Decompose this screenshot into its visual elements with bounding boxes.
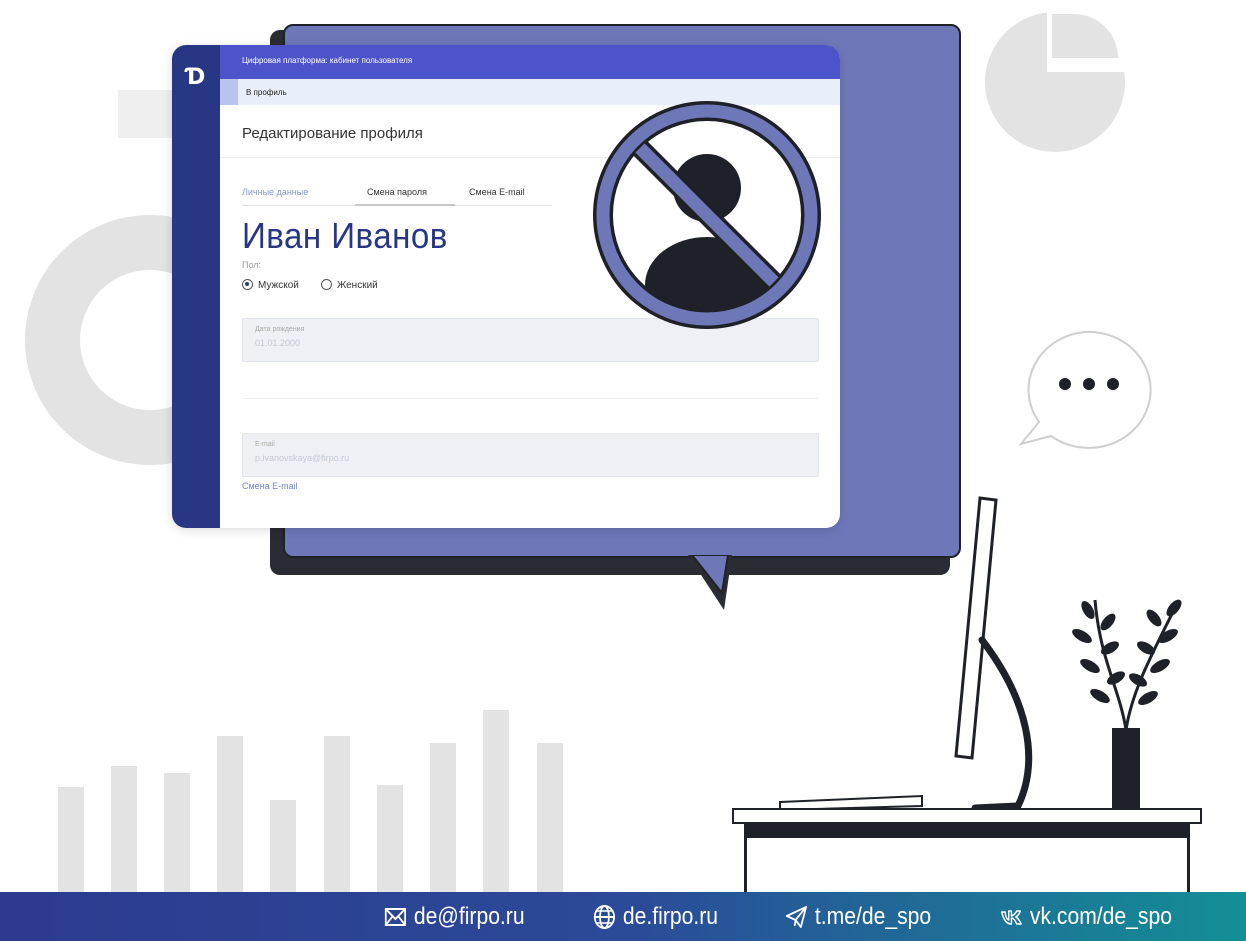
background-strip [118, 90, 178, 138]
chat-bubble-icon [1018, 330, 1152, 449]
desk-edge [744, 824, 1190, 838]
window-title: Цифровая платформа: кабинет пользователя [242, 56, 413, 65]
bar-decoration [270, 800, 296, 892]
no-avatar-icon [593, 101, 821, 329]
bar-decoration [164, 773, 190, 892]
radio-male[interactable] [242, 279, 253, 290]
gender-label: Пол: [242, 260, 262, 270]
radio-female[interactable] [321, 279, 332, 290]
footer-bar: de@firpo.ru de.firpo.ru t.me/de_spo vk.c… [0, 892, 1246, 941]
footer-site-text: de.firpo.ru [622, 903, 719, 930]
footer-email-text: de@firpo.ru [413, 903, 525, 930]
top-bar: Цифровая платформа: кабинет пользователя [220, 45, 840, 79]
footer-vk-text: vk.com/de_spo [1029, 903, 1172, 930]
radio-selected-dot [245, 282, 249, 286]
desk-leg [744, 838, 747, 896]
divider [242, 398, 819, 399]
bar-decoration [483, 710, 509, 892]
radio-female-label[interactable]: Женский [337, 280, 378, 291]
breadcrumb[interactable]: В профиль [246, 88, 287, 97]
tab-underline [355, 204, 455, 206]
footer-telegram-text: t.me/de_spo [814, 903, 932, 930]
footer-vk[interactable]: vk.com/de_spo [1000, 902, 1172, 932]
radio-male-label[interactable]: Мужской [258, 280, 299, 291]
mail-icon [384, 908, 406, 926]
vk-icon [1001, 910, 1022, 925]
bar-decoration [377, 785, 403, 892]
bar-decoration [58, 787, 84, 892]
tab-change-email[interactable]: Смена E-mail [469, 187, 525, 197]
email-label: E-mail [255, 441, 275, 448]
email-value: p.ivanovskaya@firpo.ru [255, 453, 350, 463]
birth-date-label: Дата рождения [255, 326, 305, 333]
sidebar: Ɗ [172, 45, 220, 528]
change-email-link[interactable]: Смена E-mail [242, 481, 298, 491]
user-name: Иван Иванов [242, 215, 448, 256]
telegram-icon [785, 906, 807, 928]
bar-decoration [217, 736, 243, 892]
footer-email[interactable]: de@firpo.ru [384, 902, 525, 932]
bar-decoration [430, 743, 456, 892]
back-button[interactable] [220, 79, 238, 105]
tab-change-password[interactable]: Смена пароля [367, 187, 427, 197]
tab-personal-data[interactable]: Личные данные [242, 187, 308, 197]
bar-decoration [537, 743, 563, 892]
bar-decoration [111, 766, 137, 892]
birth-date-value: 01.01.2000 [255, 338, 301, 348]
speech-bubble-tail [688, 555, 732, 610]
desk-leg [1187, 838, 1190, 896]
email-field[interactable]: E-mail p.ivanovskaya@firpo.ru [242, 433, 819, 477]
footer-site[interactable]: de.firpo.ru [593, 902, 718, 932]
d-logo-icon[interactable]: Ɗ [186, 67, 208, 89]
globe-icon [593, 905, 615, 929]
desk-scene-illustration [779, 496, 1182, 812]
bar-decoration [324, 736, 350, 892]
desk-top [732, 808, 1202, 824]
footer-telegram[interactable]: t.me/de_spo [785, 902, 931, 932]
page-title: Редактирование профиля [242, 125, 423, 142]
